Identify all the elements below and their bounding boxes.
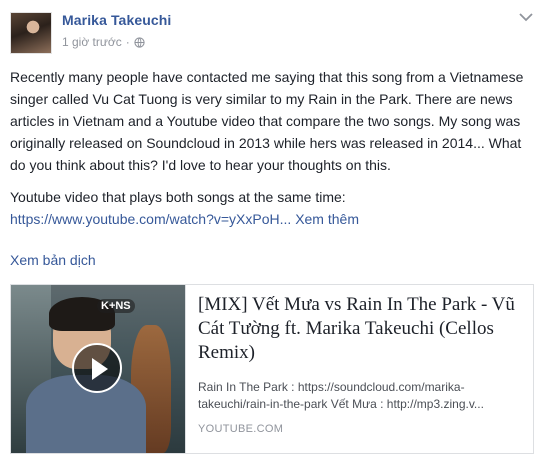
card-body[interactable]: [MIX] Vết Mưa vs Rain In The Park - Vũ C… [186,285,533,453]
channel-logo: K+NS [97,299,135,313]
play-icon[interactable] [72,343,122,393]
post-timestamp[interactable]: 1 giờ trước [62,35,122,49]
card-description: Rain In The Park : https://soundcloud.co… [198,380,484,411]
author-name[interactable]: Marika Takeuchi [62,12,171,28]
card-source: YOUTUBE.COM [198,423,284,435]
post-meta: 1 giờ trước · [62,35,145,49]
globe-icon [134,36,145,48]
post-body: Recently many people have contacted me s… [10,66,530,240]
see-more-link[interactable]: Xem thêm [295,211,359,227]
post-paragraph-link-line: Youtube video that plays both songs at t… [10,186,530,230]
post-paragraph: Recently many people have contacted me s… [10,69,524,173]
chevron-down-icon[interactable] [519,12,533,22]
see-translation-link[interactable]: Xem bản dịch [10,252,96,268]
avatar[interactable] [10,12,52,54]
post-link-caption: Youtube video that plays both songs at t… [10,189,346,205]
link-preview-card[interactable]: K+NS [MIX] Vết Mưa vs Rain In The Park -… [10,284,534,454]
meta-separator: · [125,35,130,49]
youtube-link[interactable]: https://www.youtube.com/watch?v=yXxPoH..… [10,211,291,227]
video-thumbnail[interactable]: K+NS [11,285,186,453]
card-title[interactable]: [MIX] Vết Mưa vs Rain In The Park - Vũ C… [198,293,521,371]
